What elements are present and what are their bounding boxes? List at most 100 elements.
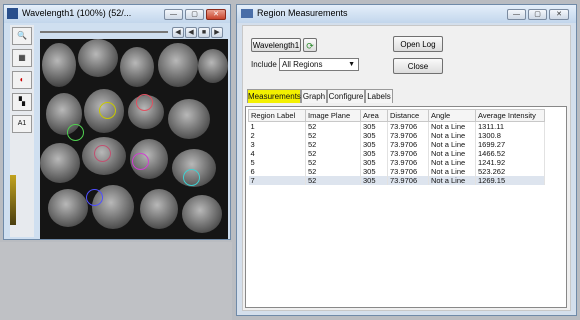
table-cell: 52 xyxy=(305,167,361,176)
region-measurements-window: Region Measurements — ▢ ✕ Wavelength1 ⟳ … xyxy=(236,4,577,316)
table-cell: 523.262 xyxy=(475,167,545,176)
table-cell: 3 xyxy=(248,140,306,149)
table-cell: 1300.8 xyxy=(475,131,545,140)
table-cell: 6 xyxy=(248,167,306,176)
table-cell: 1241.92 xyxy=(475,158,545,167)
table-row[interactable]: 6 52 305 73.9706 Not a Line 523.262 xyxy=(248,167,545,176)
region-minimize-button[interactable]: — xyxy=(507,9,526,20)
include-select[interactable]: All Regions ▼ xyxy=(279,58,359,71)
roi-1[interactable] xyxy=(99,102,116,119)
col-region-label[interactable]: Region Label xyxy=(248,109,306,122)
table-cell: 52 xyxy=(305,140,361,149)
table-cell: 73.9706 xyxy=(387,167,429,176)
table-cell: 305 xyxy=(360,167,388,176)
col-angle[interactable]: Angle xyxy=(428,109,476,122)
table-cell: 305 xyxy=(360,131,388,140)
wavelength-source-button[interactable]: Wavelength1 xyxy=(251,38,301,52)
region-window-body: Wavelength1 ⟳ Open Log Include All Regio… xyxy=(242,25,571,311)
tab-labels[interactable]: Labels xyxy=(365,89,393,103)
table-cell: 52 xyxy=(305,158,361,167)
include-select-value: All Regions xyxy=(282,60,323,69)
minimize-button[interactable]: — xyxy=(164,9,183,20)
include-label: Include xyxy=(251,60,277,69)
color-tool-icon[interactable]: ◐ xyxy=(12,71,32,89)
plane-slider[interactable] xyxy=(40,31,168,33)
table-row[interactable]: 7 52 305 73.9706 Not a Line 1269.15 xyxy=(248,176,545,185)
region-window-title: Region Measurements xyxy=(257,8,348,18)
roi-3[interactable] xyxy=(67,124,84,141)
region-window-titlebar[interactable]: Region Measurements — ▢ ✕ xyxy=(237,5,576,23)
plane-navigator: ◀ ◀ ■ ▶ xyxy=(40,27,228,38)
annotate-tool-icon[interactable]: A1 xyxy=(12,115,32,133)
table-cell: 1466.52 xyxy=(475,149,545,158)
image-window-titlebar[interactable]: Wavelength1 (100%) (52/... — ▢ ✕ xyxy=(4,5,230,23)
table-cell: 1269.15 xyxy=(475,176,545,185)
stop-button[interactable]: ■ xyxy=(198,27,210,38)
region-maximize-button[interactable]: ▢ xyxy=(528,9,547,20)
table-cell: 305 xyxy=(360,149,388,158)
table-cell: 73.9706 xyxy=(387,140,429,149)
next-plane-button[interactable]: ▶ xyxy=(211,27,223,38)
zoom-tool-icon[interactable]: 🔍 xyxy=(12,27,32,45)
col-average-intensity[interactable]: Average Intensity xyxy=(475,109,545,122)
table-row[interactable]: 5 52 305 73.9706 Not a Line 1241.92 xyxy=(248,158,545,167)
table-cell: 4 xyxy=(248,149,306,158)
region-app-icon xyxy=(241,9,253,18)
table-row[interactable]: 1 52 305 73.9706 Not a Line 1311.11 xyxy=(248,121,545,131)
table-cell: Not a Line xyxy=(428,176,476,185)
table-cell: 52 xyxy=(305,149,361,158)
close-button[interactable]: ✕ xyxy=(206,9,226,20)
tab-measurements[interactable]: Measurements xyxy=(247,89,301,103)
roi-7[interactable] xyxy=(86,189,103,206)
tab-graph[interactable]: Graph xyxy=(301,89,327,103)
microscopy-image[interactable] xyxy=(40,39,228,239)
workspace-background xyxy=(0,242,232,320)
col-image-plane[interactable]: Image Plane xyxy=(305,109,361,122)
close-dialog-button[interactable]: Close xyxy=(393,58,443,74)
table-cell: 5 xyxy=(248,158,306,167)
table-cell: Not a Line xyxy=(428,158,476,167)
measurements-table: Region Label Image Plane Area Distance A… xyxy=(245,106,567,308)
table-cell: 52 xyxy=(305,176,361,185)
image-window: Wavelength1 (100%) (52/... — ▢ ✕ 🔍 ▦ ◐ ▚… xyxy=(3,4,231,240)
col-area[interactable]: Area xyxy=(360,109,388,122)
table-row[interactable]: 3 52 305 73.9706 Not a Line 1699.27 xyxy=(248,140,545,149)
table-cell: Not a Line xyxy=(428,131,476,140)
col-distance[interactable]: Distance xyxy=(387,109,429,122)
table-cell: Not a Line xyxy=(428,167,476,176)
open-log-button[interactable]: Open Log xyxy=(393,36,443,52)
roi-2[interactable] xyxy=(136,94,153,111)
table-cell: 1311.11 xyxy=(475,121,545,131)
palette-tool-icon[interactable]: ▚ xyxy=(12,93,32,111)
image-window-title: Wavelength1 (100%) (52/... xyxy=(22,8,132,18)
table-cell: 305 xyxy=(360,176,388,185)
table-cell: 52 xyxy=(305,121,361,131)
refresh-icon[interactable]: ⟳ xyxy=(303,38,317,52)
table-cell: 73.9706 xyxy=(387,149,429,158)
table-row[interactable]: 2 52 305 73.9706 Not a Line 1300.8 xyxy=(248,131,545,140)
table-cell: 305 xyxy=(360,158,388,167)
table-cell: 73.9706 xyxy=(387,131,429,140)
tab-configure[interactable]: Configure xyxy=(327,89,365,103)
prev-plane-button[interactable]: ◀ xyxy=(185,27,197,38)
table-cell: 73.9706 xyxy=(387,158,429,167)
roi-5[interactable] xyxy=(132,153,149,170)
maximize-button[interactable]: ▢ xyxy=(185,9,204,20)
stack-tool-icon[interactable]: ▦ xyxy=(12,49,32,67)
table-cell: Not a Line xyxy=(428,149,476,158)
table-row[interactable]: 4 52 305 73.9706 Not a Line 1466.52 xyxy=(248,149,545,158)
roi-6[interactable] xyxy=(183,169,200,186)
region-close-button[interactable]: ✕ xyxy=(549,9,569,20)
table-cell: 73.9706 xyxy=(387,176,429,185)
table-cell: 1699.27 xyxy=(475,140,545,149)
table-cell: Not a Line xyxy=(428,121,476,131)
lut-bar xyxy=(10,175,16,225)
table-cell: 305 xyxy=(360,140,388,149)
app-icon xyxy=(7,8,18,19)
table-cell: 7 xyxy=(248,176,306,185)
table-cell: 52 xyxy=(305,131,361,140)
roi-4[interactable] xyxy=(94,145,111,162)
table-header-row: Region Label Image Plane Area Distance A… xyxy=(248,109,545,122)
first-plane-button[interactable]: ◀ xyxy=(172,27,184,38)
table-cell: 305 xyxy=(360,121,388,131)
